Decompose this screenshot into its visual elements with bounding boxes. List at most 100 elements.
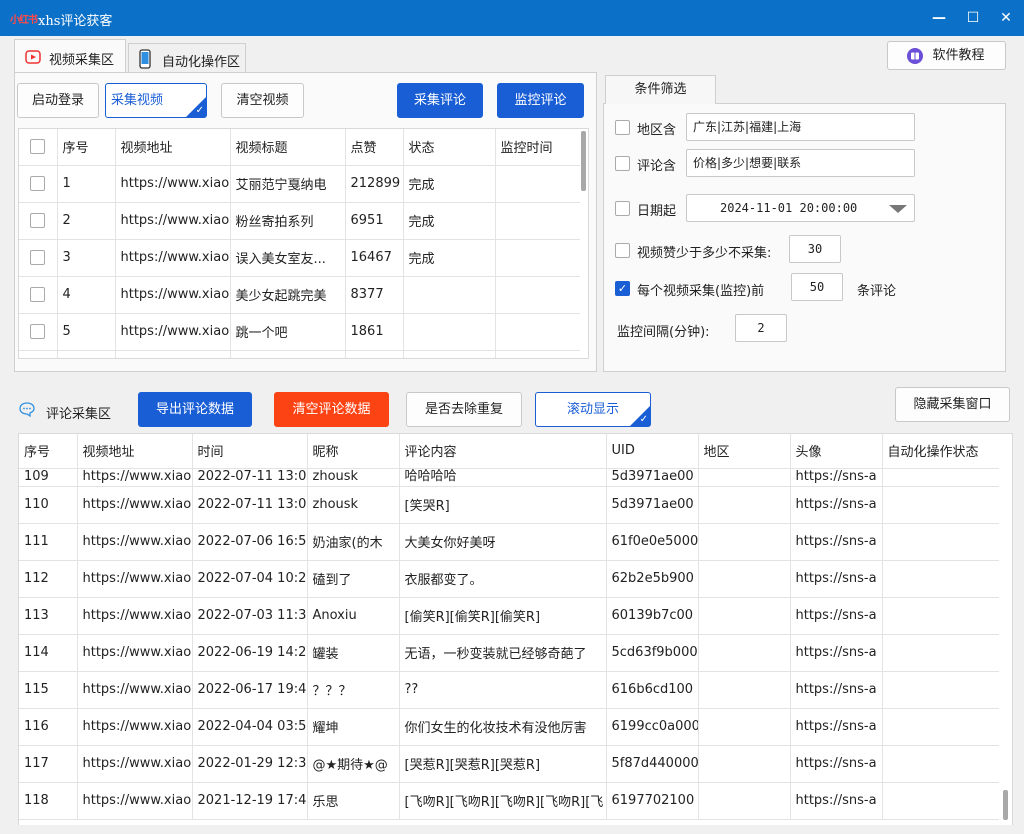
table-cell: ？？？ [307, 671, 400, 709]
table-row[interactable]: 110 https://www.xiao 2022-07-11 13:0 zhousk… [19, 486, 1000, 524]
tab-filter[interactable]: 条件筛选 [605, 75, 716, 104]
table-cell [698, 486, 791, 524]
phone-icon [139, 49, 151, 69]
table-cell: Anoxiu [307, 597, 400, 635]
per-video-input[interactable]: 50 [791, 273, 843, 301]
table-cell: 2022-06-17 19:4 [192, 671, 308, 709]
table-row[interactable]: 1 https://www.xiao 艾丽范宁戛纳电 212899 完成 [19, 165, 588, 203]
minimize-button[interactable]: — [929, 8, 949, 28]
check-icon: ✓ [639, 414, 648, 425]
tab-video-label: 视频采集区 [49, 53, 115, 68]
tab-automation[interactable]: 自动化操作区 [128, 43, 246, 72]
row-checkbox[interactable] [30, 324, 46, 339]
table-row[interactable]: 118 https://www.xiao 2021-12-19 17:4 乐思 [飞吻R… [19, 782, 1000, 820]
interval-input[interactable]: 2 [735, 314, 787, 342]
clear-video-button[interactable]: 清空视频 [221, 83, 304, 118]
table-cell: 衣服都变了。 [399, 560, 607, 598]
comment-section-label: 评论采集区 [46, 407, 112, 422]
col-time: 时间 [192, 434, 308, 469]
per-video-checkbox[interactable]: ✓ [615, 281, 630, 296]
collect-comments-button[interactable]: 采集评论 [397, 83, 483, 118]
scroll-display-button[interactable]: 滚动显示 ✓ [535, 392, 651, 427]
table-cell: 8377 [345, 276, 404, 314]
dropdown-arrow-icon[interactable] [889, 205, 907, 213]
table-row[interactable]: 109 https://www.xiao 2022-07-11 13:0 zhousk… [19, 468, 1000, 487]
table-cell [495, 239, 588, 277]
per-video-suffix: 条评论 [857, 284, 897, 299]
table-row[interactable]: 115 https://www.xiao 2022-06-17 19:4？？？?? 6… [19, 671, 1000, 709]
start-login-button[interactable]: 启动登录 [17, 83, 99, 118]
row-checkbox[interactable] [30, 176, 46, 191]
table-row[interactable]: 5 https://www.xiao 跳一个吧 1861 [19, 313, 588, 351]
video-icon [25, 50, 41, 64]
region-input[interactable]: 广东|江苏|福建|上海 [686, 113, 915, 141]
table-cell: 奶油家(的木 [307, 523, 400, 561]
table-row[interactable]: 2 https://www.xiao 粉丝寄拍系列 6951 完成 [19, 202, 588, 240]
table-row[interactable]: 111 https://www.xiao 2022-07-06 16:5 奶油家(的木… [19, 523, 1000, 561]
scroll-thumb[interactable] [1003, 790, 1008, 820]
comment-keyword-checkbox[interactable] [615, 156, 630, 171]
row-checkbox[interactable] [30, 250, 46, 265]
min-likes-checkbox[interactable] [615, 243, 630, 258]
table-row[interactable]: 116 https://www.xiao 2022-04-04 03:5 耀坤 你们女生… [19, 708, 1000, 746]
table-row[interactable]: 3 https://www.xiao 误入美女室友... 16467 完成 [19, 239, 588, 277]
table-cell: https://www.xiao [77, 671, 193, 709]
table-cell: 罐装 [307, 634, 400, 672]
table-cell [495, 165, 588, 203]
table-cell: 哈哈哈哈 [399, 468, 607, 487]
col-likes: 点赞 [345, 129, 404, 166]
table-row[interactable]: 117 https://www.xiao 2022-01-29 12:3 @★期待★@… [19, 745, 1000, 783]
table-cell: 60139b7c00 [606, 597, 699, 635]
table-cell: 109 [19, 468, 78, 487]
col-index: 序号 [19, 434, 78, 469]
comment-table-scrollbar[interactable] [999, 434, 1011, 825]
tab-video-collect[interactable]: 视频采集区 [14, 39, 126, 72]
min-likes-input[interactable]: 30 [789, 235, 841, 263]
table-cell [882, 597, 1000, 635]
region-checkbox[interactable] [615, 120, 630, 135]
table-cell: 116 [19, 708, 78, 746]
date-checkbox[interactable] [615, 201, 630, 216]
table-cell [345, 350, 404, 358]
table-cell: 完成 [403, 239, 496, 277]
table-row[interactable]: 4 https://www.xiao 美少女起跳完美 8377 [19, 276, 588, 314]
table-row[interactable]: 112 https://www.xiao 2022-07-04 10:2 磕到了 衣服都… [19, 560, 1000, 598]
tutorial-label: 软件教程 [932, 48, 985, 63]
table-cell: https://sns-a [790, 708, 883, 746]
table-cell [115, 350, 231, 358]
table-cell [882, 486, 1000, 524]
table-cell [698, 634, 791, 672]
row-checkbox[interactable] [30, 213, 46, 228]
collect-video-button[interactable]: 采集视频 ✓ [105, 83, 207, 118]
row-select-cell [19, 276, 58, 314]
video-table: 序号 视频地址 视频标题 点赞 状态 监控时间 1 https://www.xia… [18, 128, 589, 359]
tutorial-button[interactable]: 软件教程 [887, 41, 1006, 70]
select-all-cell [19, 129, 58, 166]
hide-window-button[interactable]: 隐藏采集窗口 [895, 387, 1010, 422]
table-cell: 6199cc0a000 [606, 708, 699, 746]
col-uid: UID [606, 434, 699, 469]
col-video-url: 视频地址 [115, 129, 231, 166]
table-row[interactable]: 113 https://www.xiao 2022-07-03 11:3 Anoxiu… [19, 597, 1000, 635]
main-area: 视频采集区 自动化操作区 软件教程 启动登录 采集视频 ✓ 清空视频 采集评论 … [0, 36, 1024, 834]
table-row[interactable]: 114 https://www.xiao 2022-06-19 14:2 罐装 无语，一… [19, 634, 1000, 672]
check-icon: ✓ [195, 105, 204, 116]
export-comments-button[interactable]: 导出评论数据 [138, 392, 252, 427]
select-all-checkbox[interactable] [30, 139, 46, 155]
col-index: 序号 [57, 129, 116, 166]
table-cell: 110 [19, 486, 78, 524]
table-cell: 2022-07-04 10:2 [192, 560, 308, 598]
scroll-thumb[interactable] [581, 131, 586, 191]
dedupe-button[interactable]: 是否去除重复 [406, 392, 522, 427]
table-cell: 212899 [345, 165, 404, 203]
clear-comments-button[interactable]: 清空评论数据 [274, 392, 389, 427]
row-checkbox[interactable] [30, 287, 46, 302]
monitor-comments-button[interactable]: 监控评论 [497, 83, 584, 118]
col-avatar: 头像 [790, 434, 883, 469]
maximize-button[interactable]: ☐ [963, 8, 983, 28]
close-button[interactable]: ✕ [996, 8, 1016, 28]
comment-keyword-input[interactable]: 价格|多少|想要|联系 [686, 149, 915, 177]
table-cell: 2022-06-19 14:2 [192, 634, 308, 672]
date-picker[interactable]: 2024-11-01 20:00:00 [686, 194, 915, 222]
video-table-scrollbar[interactable] [580, 129, 588, 358]
